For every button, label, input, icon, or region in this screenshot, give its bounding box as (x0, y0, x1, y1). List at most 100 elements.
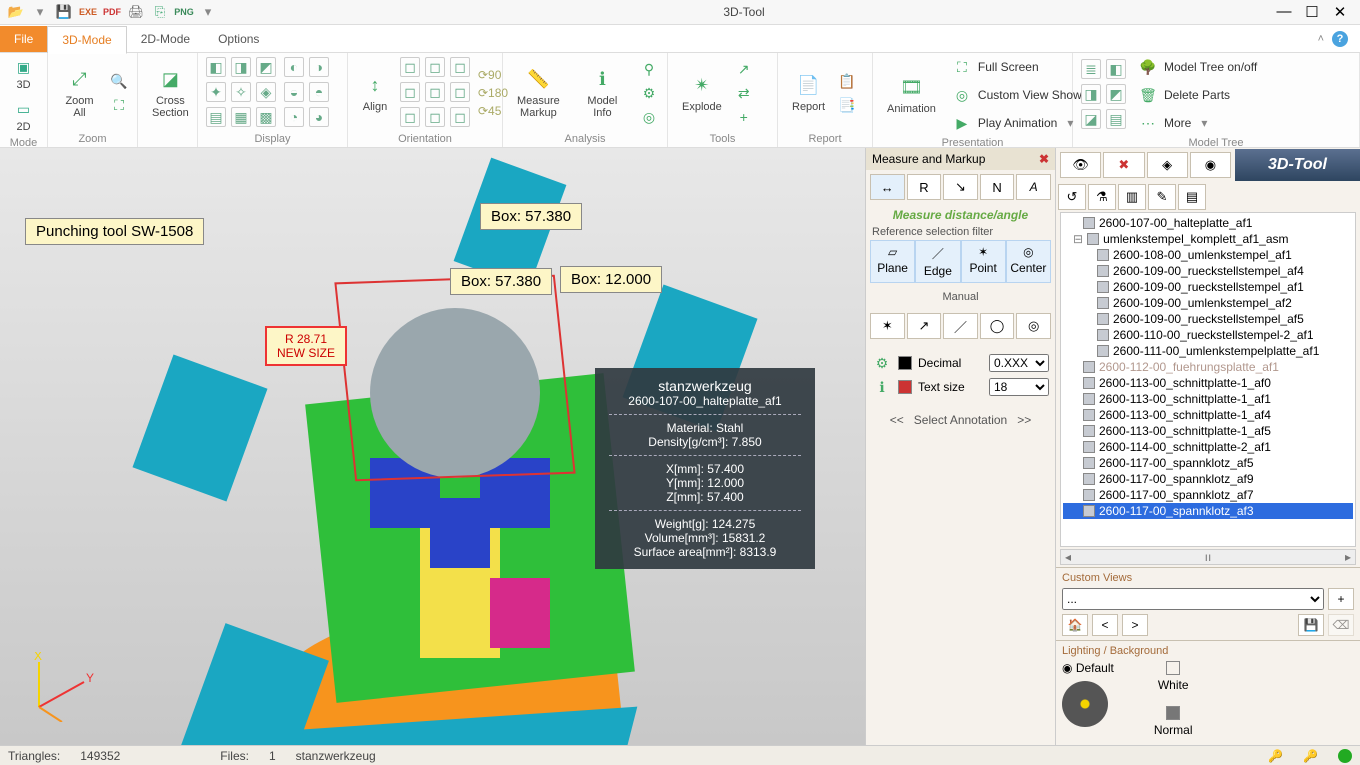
tree-isolate-icon[interactable]: ◈ (1147, 152, 1188, 178)
copy-icon[interactable]: ⎘ (150, 2, 170, 22)
tree-item[interactable]: 2600-113-00_schnittplatte-1_af1 (1063, 391, 1353, 407)
display-opt-icon[interactable]: ◕ (309, 107, 329, 127)
orient-icon[interactable]: ◻ (400, 107, 420, 127)
tool-edge-icon[interactable]: ↘ (943, 174, 978, 200)
save-icon[interactable]: 💾 (54, 2, 74, 22)
orient-icon[interactable]: ◻ (425, 107, 445, 127)
mode-2d-button[interactable]: ▭2D (8, 97, 40, 135)
zoom-btn-1-icon[interactable]: 🔍 (109, 71, 129, 91)
tools-opt-icon[interactable]: ↗ (734, 59, 754, 79)
model-tree[interactable]: 2600-107-00_halteplatte_af1⊟ umlenkstemp… (1060, 212, 1356, 547)
manual-3-icon[interactable]: ／ (943, 313, 978, 339)
display-opt-icon[interactable]: ◐ (284, 57, 304, 77)
tab-3d-mode[interactable]: 3D-Mode (47, 26, 126, 54)
status-key2-icon[interactable]: 🔑 (1303, 749, 1318, 763)
analysis-opt-icon[interactable]: ◎ (639, 107, 659, 127)
display-opt-icon[interactable]: ✦ (206, 82, 226, 102)
cv-prev-button[interactable]: < (1092, 614, 1118, 636)
tree-item[interactable]: 2600-107-00_halteplatte_af1 (1063, 215, 1353, 231)
info-icon[interactable]: ℹ (872, 377, 892, 397)
export-png-icon[interactable]: PNG (174, 2, 194, 22)
orient-icon[interactable]: ◻ (400, 57, 420, 77)
custom-view-show-button[interactable]: ◎Custom View Show (948, 83, 1086, 107)
tab-file[interactable]: File (0, 26, 47, 52)
modeltree-opt-icon[interactable]: ≣ (1081, 59, 1101, 79)
tree-tool-icon[interactable]: ✎ (1148, 184, 1176, 210)
color-black-swatch[interactable] (898, 356, 912, 370)
save-exe-icon[interactable]: EXE (78, 2, 98, 22)
display-opt-icon[interactable]: ▩ (256, 107, 276, 127)
color-red-swatch[interactable] (898, 380, 912, 394)
report-opt-icon[interactable]: 📋 (837, 71, 857, 91)
normal-checkbox[interactable] (1166, 706, 1180, 720)
display-opt-icon[interactable]: ◧ (206, 57, 226, 77)
3d-viewport[interactable]: Punching tool SW-1508 Box: 57.380 Box: 5… (0, 148, 865, 745)
ref-plane-button[interactable]: ▱Plane (870, 240, 915, 283)
orient-icon[interactable]: ◻ (425, 82, 445, 102)
tab-2d-mode[interactable]: 2D-Mode (127, 26, 204, 52)
tree-hscrollbar[interactable]: ◂ıı▸ (1060, 549, 1356, 565)
tree-showall-icon[interactable]: ◉ (1190, 152, 1231, 178)
tree-item[interactable]: 2600-117-00_spannklotz_af5 (1063, 455, 1353, 471)
tree-item[interactable]: 2600-113-00_schnittplatte-1_af4 (1063, 407, 1353, 423)
qat-dropdown-icon[interactable]: ▾ (198, 2, 218, 22)
cv-save-icon[interactable]: 💾 (1298, 614, 1324, 636)
default-radio[interactable]: ◉ Default (1062, 661, 1114, 675)
tree-hide-icon[interactable]: ✖ (1103, 152, 1144, 178)
display-opt-icon[interactable]: ◑ (309, 57, 329, 77)
delete-parts-button[interactable]: 🗑Delete Parts (1134, 83, 1261, 107)
report-opt-icon[interactable]: 📑 (837, 95, 857, 115)
modeltree-opt-icon[interactable]: ▤ (1106, 109, 1126, 129)
modeltree-opt-icon[interactable]: ◧ (1106, 59, 1126, 79)
orient-icon[interactable]: ◻ (425, 57, 445, 77)
tree-tool-icon[interactable]: ⚗ (1088, 184, 1116, 210)
display-opt-icon[interactable]: ◔ (284, 107, 304, 127)
manual-1-icon[interactable]: ✶ (870, 313, 905, 339)
light-sphere-icon[interactable] (1062, 681, 1108, 727)
zoom-all-button[interactable]: ⤢Zoom All (56, 65, 103, 121)
help-icon[interactable]: ? (1332, 31, 1348, 47)
measure-markup-button[interactable]: 📏Measure Markup (511, 65, 566, 121)
more-button[interactable]: ⋯More▾ (1134, 111, 1261, 135)
model-info-button[interactable]: ℹModel Info (572, 65, 633, 121)
ref-point-button[interactable]: ✶Point (961, 240, 1006, 283)
open-dropdown-icon[interactable]: ▾ (30, 2, 50, 22)
report-button[interactable]: 📄Report (786, 71, 831, 115)
tree-item[interactable]: 2600-109-00_rueckstellstempel_af1 (1063, 279, 1353, 295)
settings-icon[interactable]: ⚙ (872, 353, 892, 373)
cv-add-icon[interactable]: + (1328, 588, 1354, 610)
tree-item[interactable]: 2600-113-00_schnittplatte-1_af5 (1063, 423, 1353, 439)
print-icon[interactable]: 🖨 (126, 2, 146, 22)
cross-section-button[interactable]: ◪Cross Section (146, 65, 195, 121)
play-animation-button[interactable]: ▶Play Animation▾ (948, 111, 1086, 135)
manual-2-icon[interactable]: ↗ (907, 313, 942, 339)
tree-item[interactable]: 2600-114-00_schnittplatte-2_af1 (1063, 439, 1353, 455)
collapse-ribbon-icon[interactable]: ˄ (1318, 33, 1324, 45)
cv-next-button[interactable]: > (1122, 614, 1148, 636)
status-key-icon[interactable]: 🔑 (1268, 749, 1283, 763)
tree-item[interactable]: 2600-113-00_schnittplatte-1_af0 (1063, 375, 1353, 391)
tree-tool-icon[interactable]: ▥ (1118, 184, 1146, 210)
display-opt-icon[interactable]: ▤ (206, 107, 226, 127)
full-screen-button[interactable]: ⛶Full Screen (948, 55, 1086, 79)
tree-item[interactable]: 2600-110-00_rueckstellstempel-2_af1 (1063, 327, 1353, 343)
tree-item[interactable]: 2600-111-00_umlenkstempelplatte_af1 (1063, 343, 1353, 359)
animation-button[interactable]: 🎞Animation (881, 73, 942, 117)
tree-item[interactable]: ⊟ umlenkstempel_komplett_af1_asm (1063, 231, 1353, 247)
close-measure-panel-icon[interactable]: ✖ (1039, 152, 1049, 166)
tool-note-icon[interactable]: N (980, 174, 1015, 200)
display-opt-icon[interactable]: ◈ (256, 82, 276, 102)
model-tree-toggle-button[interactable]: 🌳Model Tree on/off (1134, 55, 1261, 79)
open-icon[interactable]: 📂 (6, 2, 26, 22)
cv-home-icon[interactable]: 🏠 (1062, 614, 1088, 636)
tree-item[interactable]: 2600-109-00_rueckstellstempel_af5 (1063, 311, 1353, 327)
custom-view-select[interactable]: ... (1062, 588, 1324, 610)
display-opt-icon[interactable]: ◩ (256, 57, 276, 77)
zoom-btn-2-icon[interactable]: ⛶ (109, 95, 129, 115)
decimal-format-select[interactable]: 0.XXX (989, 354, 1049, 372)
tool-distance-icon[interactable]: ↔ (870, 174, 905, 200)
tree-item[interactable]: 2600-109-00_umlenkstempel_af2 (1063, 295, 1353, 311)
tools-opt-icon[interactable]: + (734, 107, 754, 127)
analysis-opt-icon[interactable]: ⚙ (639, 83, 659, 103)
ref-edge-button[interactable]: ／Edge (915, 240, 960, 283)
